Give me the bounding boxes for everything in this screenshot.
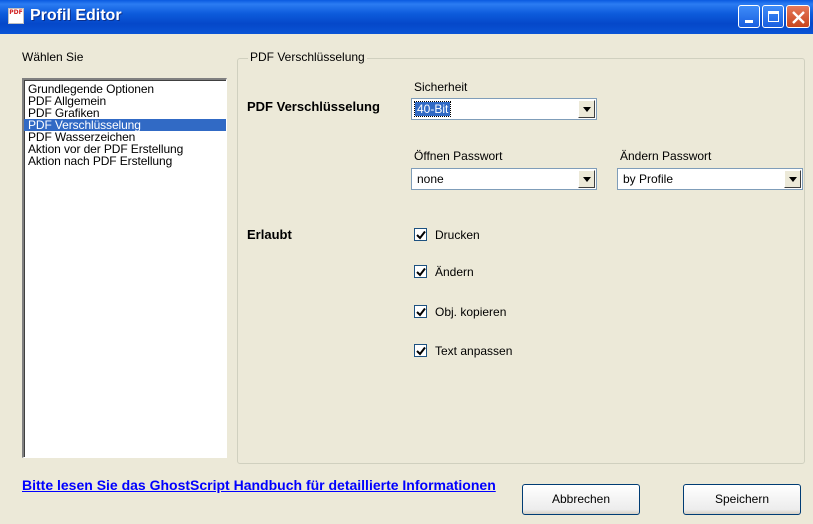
maximize-icon xyxy=(768,11,779,22)
open-password-label: Öffnen Passwort xyxy=(414,149,503,163)
close-icon xyxy=(792,11,805,24)
checkmark-icon xyxy=(416,346,426,356)
sidebar-label: Wählen Sie xyxy=(22,50,84,64)
security-select-value: 40-Bit xyxy=(413,101,452,117)
security-label: Sicherheit xyxy=(414,80,468,94)
change-password-select[interactable]: by Profile xyxy=(617,168,803,190)
title-bar[interactable]: PDF Profil Editor xyxy=(0,0,813,34)
checkbox-box[interactable] xyxy=(414,265,427,278)
ghostscript-manual-link[interactable]: Bitte lesen Sie das GhostScript Handbuch… xyxy=(22,476,512,494)
open-password-dropdown-button[interactable] xyxy=(578,170,595,188)
close-button[interactable] xyxy=(786,5,810,28)
minimize-button[interactable] xyxy=(738,5,760,28)
cancel-button[interactable]: Abbrechen xyxy=(522,484,640,515)
category-list[interactable]: Grundlegende Optionen PDF Allgemein PDF … xyxy=(22,78,227,458)
open-password-select-value: none xyxy=(417,172,444,186)
checkmark-icon xyxy=(416,267,426,277)
app-icon: PDF xyxy=(8,8,24,24)
chevron-down-icon xyxy=(583,177,591,182)
change-password-label: Ändern Passwort xyxy=(620,149,712,163)
group-title: PDF Verschlüsselung xyxy=(248,50,367,64)
checkbox-box[interactable] xyxy=(414,344,427,357)
chevron-down-icon xyxy=(583,107,591,112)
allowed-label: Erlaubt xyxy=(247,227,292,242)
checkbox-label: Text anpassen xyxy=(435,344,513,358)
checkbox-label: Ändern xyxy=(435,265,474,279)
open-password-select[interactable]: none xyxy=(411,168,597,190)
checkbox-label: Obj. kopieren xyxy=(435,305,507,319)
checkmark-icon xyxy=(416,307,426,317)
security-select[interactable]: 40-Bit xyxy=(411,98,597,120)
profil-editor-window: PDF Profil Editor Wählen Sie Grundlegend… xyxy=(0,0,813,524)
checkbox-label: Drucken xyxy=(435,228,480,242)
encryption-label: PDF Verschlüsselung xyxy=(247,99,380,114)
minimize-icon xyxy=(745,20,753,23)
window-title: Profil Editor xyxy=(30,7,122,24)
checkbox-box[interactable] xyxy=(414,228,427,241)
checkmark-icon xyxy=(416,230,426,240)
save-button[interactable]: Speichern xyxy=(683,484,801,515)
checkbox-box[interactable] xyxy=(414,305,427,318)
change-password-select-value: by Profile xyxy=(623,172,674,186)
change-password-dropdown-button[interactable] xyxy=(784,170,801,188)
security-dropdown-button[interactable] xyxy=(578,100,595,118)
maximize-button[interactable] xyxy=(762,5,784,28)
chevron-down-icon xyxy=(789,177,797,182)
list-item[interactable]: Aktion nach PDF Erstellung xyxy=(24,155,226,167)
